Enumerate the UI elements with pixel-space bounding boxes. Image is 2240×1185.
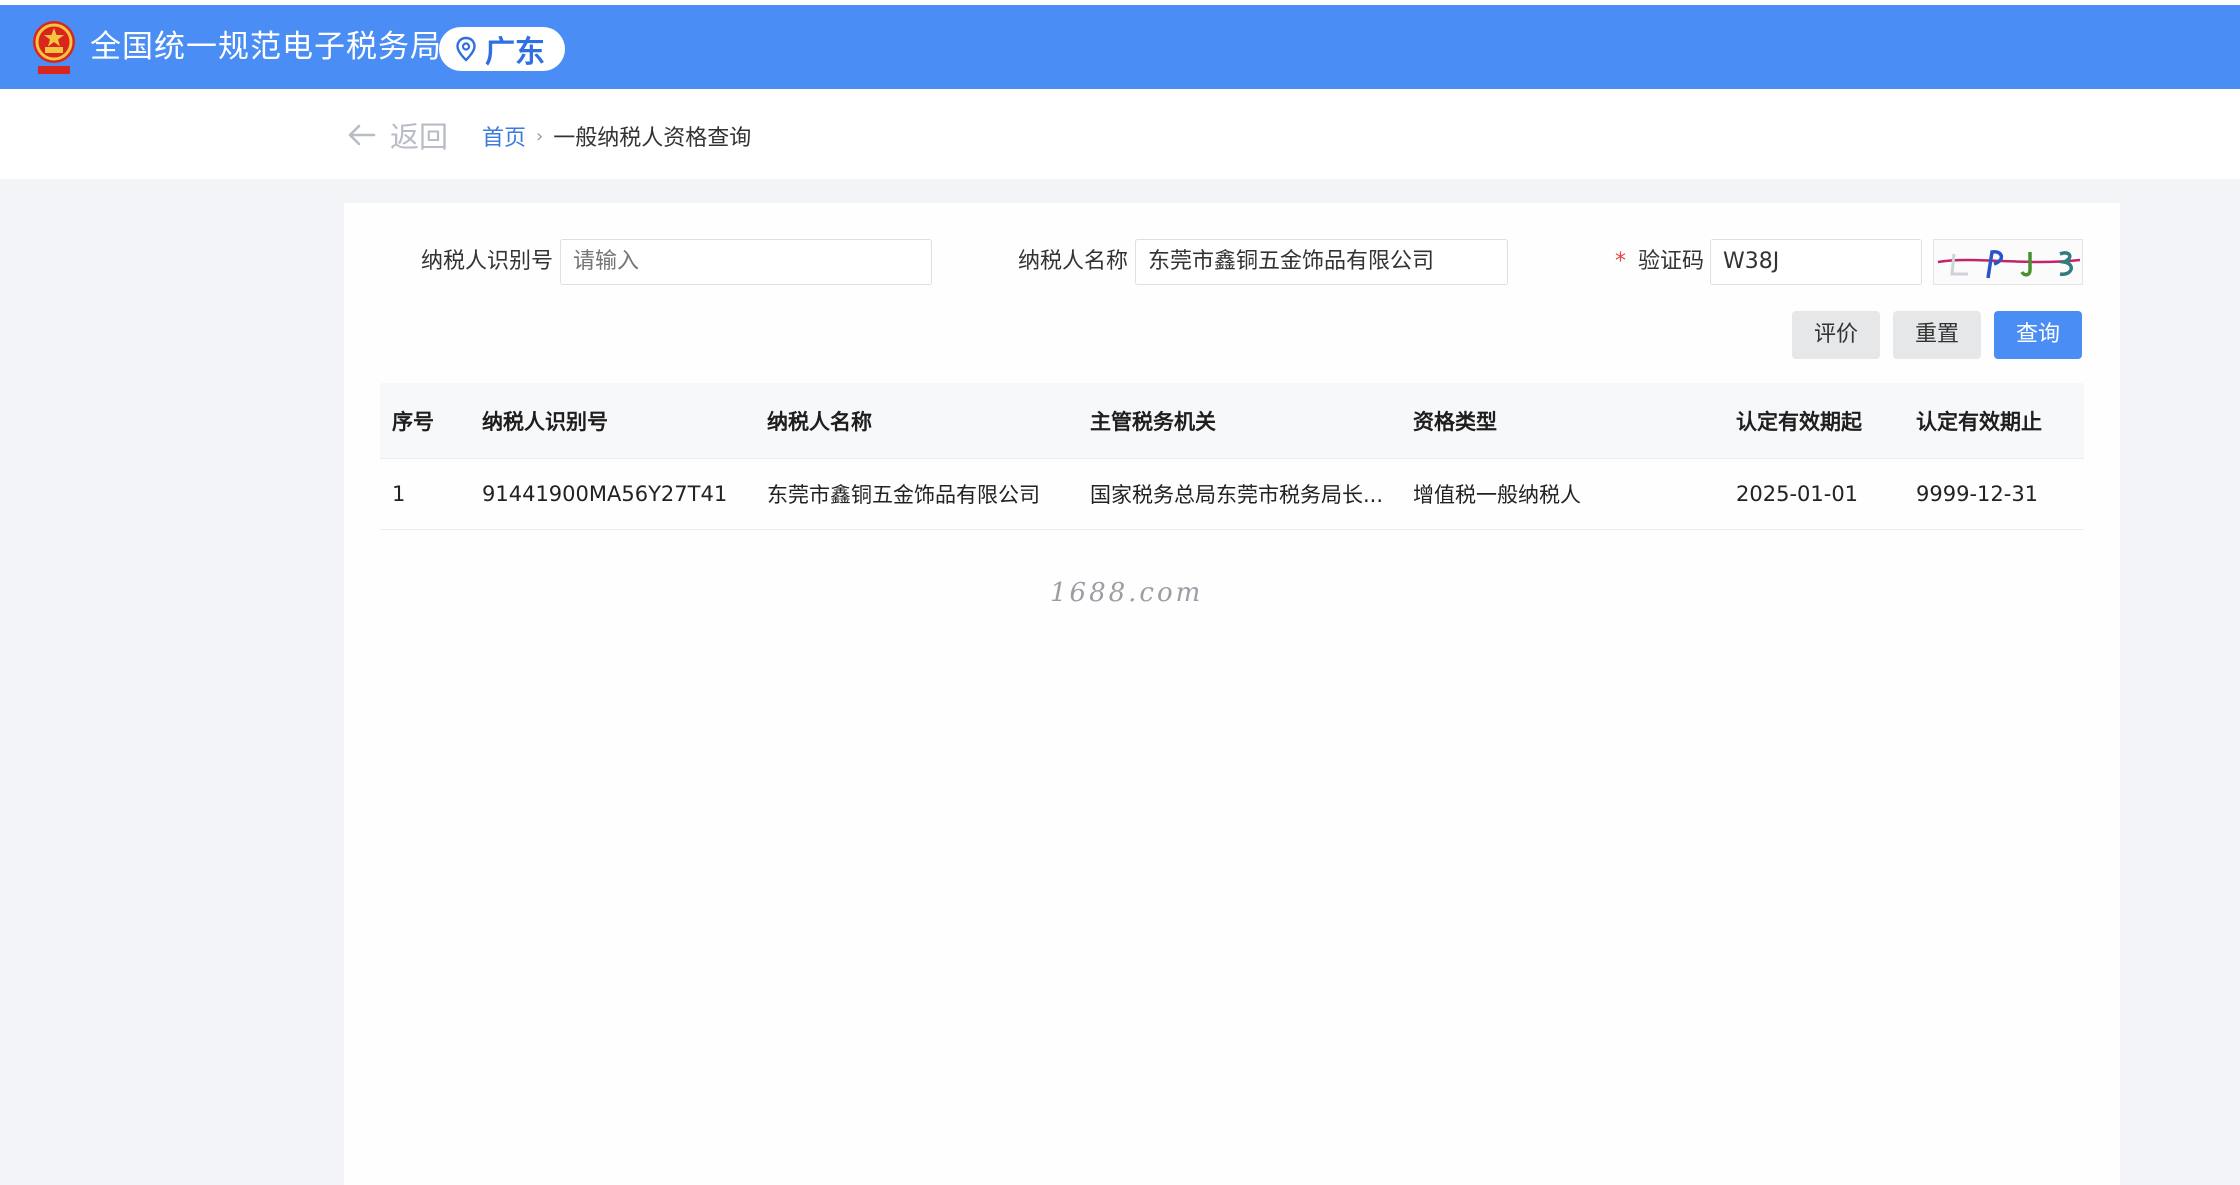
breadcrumb: 首页 › 一般纳税人资格查询 — [482, 119, 751, 153]
taxpayer-id-input[interactable] — [560, 239, 932, 285]
breadcrumb-home-link[interactable]: 首页 — [482, 120, 526, 152]
evaluate-button[interactable]: 评价 — [1792, 311, 1880, 359]
region-label: 广东 — [485, 35, 545, 70]
query-panel: 纳税人识别号 纳税人名称 * 验证码 评价 重置 查询 序号 纳税人识别号 纳税人… — [344, 203, 2120, 1185]
cell-tax-authority: 国家税务总局东莞市税务局长... — [1090, 483, 1384, 507]
captcha-input[interactable] — [1710, 239, 1922, 285]
location-pin-icon — [456, 36, 476, 62]
taxpayer-id-label: 纳税人识别号 — [421, 249, 554, 274]
table-header: 序号 纳税人识别号 纳税人名称 主管税务机关 资格类型 认定有效期起 认定有效期… — [380, 383, 2084, 459]
column-header-index: 序号 — [392, 409, 434, 434]
column-header-valid-from: 认定有效期起 — [1736, 409, 1862, 434]
cell-qualification-type: 增值税一般纳税人 — [1413, 483, 1581, 507]
watermark: 1688.com — [1050, 578, 1204, 608]
captcha-image[interactable] — [1933, 239, 2083, 285]
column-header-taxpayer-name: 纳税人名称 — [767, 409, 872, 434]
cell-valid-to: 9999-12-31 — [1916, 482, 2039, 506]
breadcrumb-current: 一般纳税人资格查询 — [553, 126, 752, 151]
column-header-tax-authority: 主管税务机关 — [1090, 409, 1216, 434]
back-button[interactable]: 返回 — [346, 117, 449, 154]
region-selector[interactable]: 广东 — [439, 27, 565, 71]
cell-taxpayer-name: 东莞市鑫铜五金饰品有限公司 — [767, 483, 1040, 507]
reset-button[interactable]: 重置 — [1893, 311, 1981, 359]
captcha-label-group: * 验证码 — [1615, 238, 1704, 286]
taxpayer-name-input[interactable] — [1135, 239, 1508, 285]
column-header-qualification-type: 资格类型 — [1413, 409, 1497, 434]
query-button[interactable]: 查询 — [1994, 311, 2082, 359]
table-row[interactable]: 1 91441900MA56Y27T41 东莞市鑫铜五金饰品有限公司 国家税务总… — [380, 459, 2084, 530]
cell-taxpayer-id: 91441900MA56Y27T41 — [482, 482, 728, 506]
column-header-valid-to: 认定有效期止 — [1916, 409, 2042, 434]
cell-valid-from: 2025-01-01 — [1736, 482, 1859, 506]
back-label: 返回 — [390, 120, 449, 154]
cell-index: 1 — [392, 482, 406, 506]
taxpayer-name-label: 纳税人名称 — [1018, 249, 1129, 274]
chevron-right-icon: › — [536, 125, 544, 147]
navigation-bar: 返回 首页 › 一般纳税人资格查询 — [0, 89, 2240, 179]
captcha-label: 验证码 — [1638, 249, 1705, 274]
arrow-left-icon — [348, 124, 376, 146]
required-mark: * — [1615, 249, 1626, 274]
results-table: 序号 纳税人识别号 纳税人名称 主管税务机关 资格类型 认定有效期起 认定有效期… — [380, 383, 2084, 530]
site-header: 全国统一规范电子税务局 广东 — [0, 5, 2240, 89]
national-emblem-icon — [33, 21, 75, 74]
column-header-taxpayer-id: 纳税人识别号 — [482, 409, 608, 434]
site-title[interactable]: 全国统一规范电子税务局 — [90, 5, 442, 89]
captcha-image-icon — [1937, 250, 2081, 279]
